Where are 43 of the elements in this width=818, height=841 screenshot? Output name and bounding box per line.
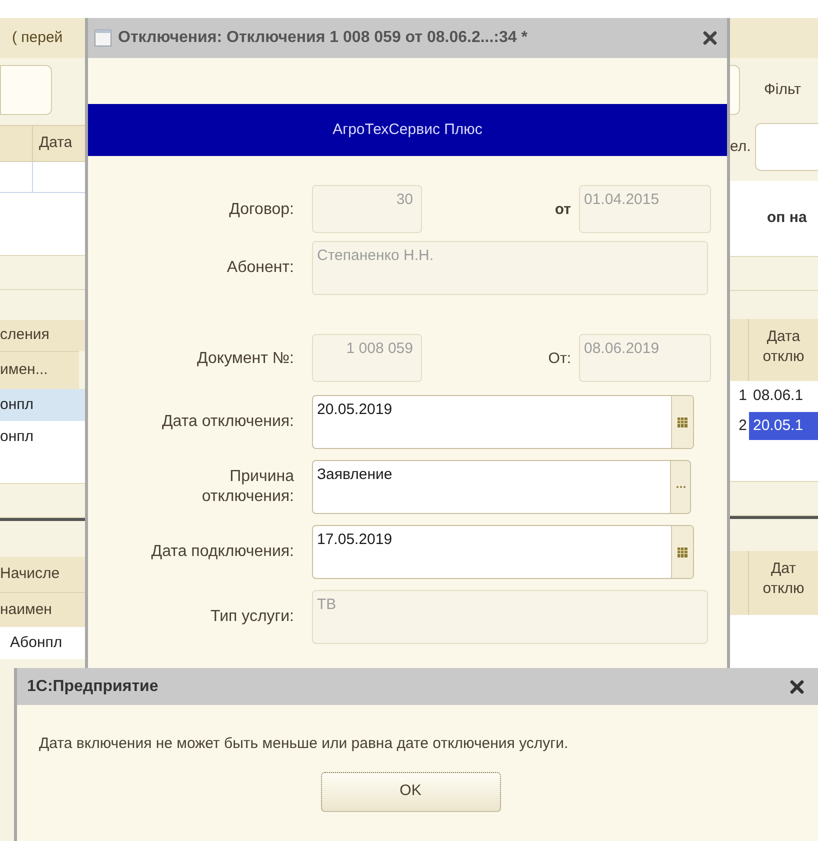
field-label: Причина отключения: <box>200 467 294 507</box>
message-text: Дата включения не может быть меньше или равна дате отключения услуги. <box>38 734 570 754</box>
calendar-icon <box>677 416 688 428</box>
column-header: Начисле <box>0 557 85 592</box>
field-label: Дата подключения: <box>151 542 294 562</box>
calendar-button[interactable] <box>671 396 693 448</box>
window-title: Отключения: Отключения 1 008 059 от 08.06.2...:34 * <box>118 28 528 48</box>
input-field[interactable] <box>730 65 740 115</box>
banner-title: АгроТехСервис Плюс <box>332 120 482 140</box>
filter-label: Фільт <box>763 80 802 100</box>
ok-button[interactable]: OK <box>320 772 500 812</box>
table-cell: онпл <box>0 389 85 421</box>
field-label: Документ №: <box>196 349 294 369</box>
input-field[interactable]: 17.05.2019 <box>312 525 694 579</box>
calendar-icon <box>677 546 688 558</box>
column-header: Дат отклю <box>762 559 806 599</box>
field-label: от <box>554 200 572 220</box>
field-label: От: <box>548 348 572 369</box>
input-field[interactable]: 20.05.2019 <box>312 395 694 449</box>
table-cell-text: 08.06.1 <box>752 386 804 406</box>
table-cell: онпл <box>0 421 85 453</box>
input-field[interactable] <box>754 123 818 171</box>
column-header: Дата <box>38 133 72 154</box>
section-label: оп на <box>766 208 807 228</box>
table-cell-text: 1 <box>738 386 748 406</box>
dialog-title: 1С:Предприятие <box>27 676 160 696</box>
document-icon <box>94 29 112 47</box>
column-header: Дата отклю <box>762 327 806 367</box>
field-label: Дата отключения: <box>162 412 294 432</box>
input-field[interactable]: Заявление <box>312 460 691 514</box>
column-header: имен... <box>0 351 79 389</box>
field-label: Абонент: <box>226 258 294 278</box>
input-field[interactable] <box>0 65 52 115</box>
column-header: наимен <box>0 592 85 627</box>
field-label: ел. <box>730 136 751 157</box>
table-cell: 20.05.1 <box>749 412 818 440</box>
calendar-button[interactable] <box>671 526 693 578</box>
field-label: Договор: <box>229 200 294 220</box>
table-cell-text: 2 <box>738 416 748 436</box>
window-title: ( перей <box>11 28 63 48</box>
field-label: Тип услуги: <box>210 607 294 627</box>
table-cell: Абонпл <box>0 627 85 659</box>
column-header: сления <box>0 320 85 351</box>
